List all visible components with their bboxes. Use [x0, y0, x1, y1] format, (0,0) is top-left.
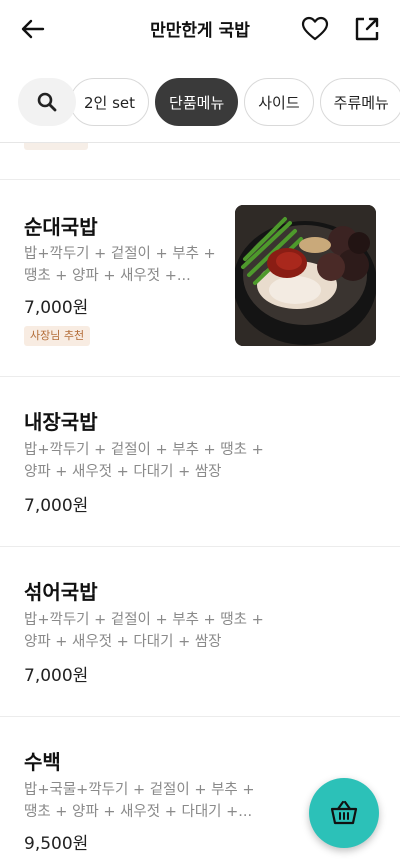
menu-item[interactable]: 섞어국밥 밥+깍두기 + 겉절이 + 부추 + 땡초 + 양파 + 새우젓 + … [0, 546, 400, 716]
menu-item-name: 섞어국밥 [24, 580, 98, 604]
favorite-button[interactable] [300, 14, 330, 44]
menu-item-name: 수백 [24, 750, 61, 774]
chip-drinks[interactable]: 주류메뉴 [319, 78, 400, 126]
menu-item-desc-line2: 양파 + 새우젓 + 다대기 + 쌈장 [24, 464, 222, 480]
menu-item-name: 내장국밥 [24, 410, 98, 434]
menu-item[interactable]: 순대국밥 밥+깍두기 + 겉절이 + 부추 + 땡초 + 양파 + 새우젓 +.… [0, 179, 400, 376]
menu-item-price: 9,500원 [24, 834, 89, 854]
chip-label: 2인 set [84, 93, 136, 112]
menu-item-photo [235, 205, 376, 346]
chip-label: 단품메뉴 [169, 93, 225, 112]
cart-button[interactable] [309, 778, 379, 848]
previous-item-badge-edge [24, 143, 88, 150]
menu-item-price: 7,000원 [24, 496, 89, 516]
menu-item-price: 7,000원 [24, 298, 89, 318]
recommend-badge: 사장님 추천 [24, 326, 91, 346]
share-icon [355, 17, 379, 41]
menu-item-price: 7,000원 [24, 666, 89, 686]
chip-label: 사이드 [258, 93, 300, 112]
menu-item-desc-line1: 밥+깍두기 + 겉절이 + 부추 + 땡초 + [24, 442, 264, 458]
menu-item-desc-line2: 양파 + 새우젓 + 다대기 + 쌈장 [24, 634, 222, 650]
back-button[interactable] [18, 14, 48, 44]
search-icon [37, 92, 57, 112]
menu-item-desc-line2: 땡초 + 양파 + 새우젓 +... [24, 268, 191, 284]
top-bar: 만만한게 국밥 [0, 0, 400, 58]
category-bar: 2인 set 단품메뉴 사이드 주류메뉴 [0, 68, 400, 136]
chip-label: 주류메뉴 [333, 93, 389, 112]
chip-single-menu[interactable]: 단품메뉴 [155, 78, 239, 126]
share-button[interactable] [352, 14, 382, 44]
search-button[interactable] [18, 78, 76, 126]
chip-side[interactable]: 사이드 [244, 78, 314, 126]
menu-item-desc-line1: 밥+국물+깍두기 + 겉절이 + 부추 + [24, 782, 255, 798]
menu-item-desc-line2: 땡초 + 양파 + 새우젓 + 다대기 +... [24, 804, 253, 820]
menu-item[interactable]: 내장국밥 밥+깍두기 + 겉절이 + 부추 + 땡초 + 양파 + 새우젓 + … [0, 376, 400, 546]
page-title: 만만한게 국밥 [150, 21, 250, 41]
menu-item-name: 순대국밥 [24, 215, 98, 239]
basket-icon [330, 800, 358, 825]
heart-icon [301, 16, 329, 41]
menu-item-desc-line1: 밥+깍두기 + 겉절이 + 부추 + 땡초 + [24, 612, 264, 628]
arrow-left-icon [21, 19, 45, 39]
menu-item-desc-line1: 밥+깍두기 + 겉절이 + 부추 + [24, 246, 216, 262]
chip-2in-set[interactable]: 2인 set [70, 78, 150, 126]
category-chips: 2인 set 단품메뉴 사이드 주류메뉴 [70, 78, 400, 126]
